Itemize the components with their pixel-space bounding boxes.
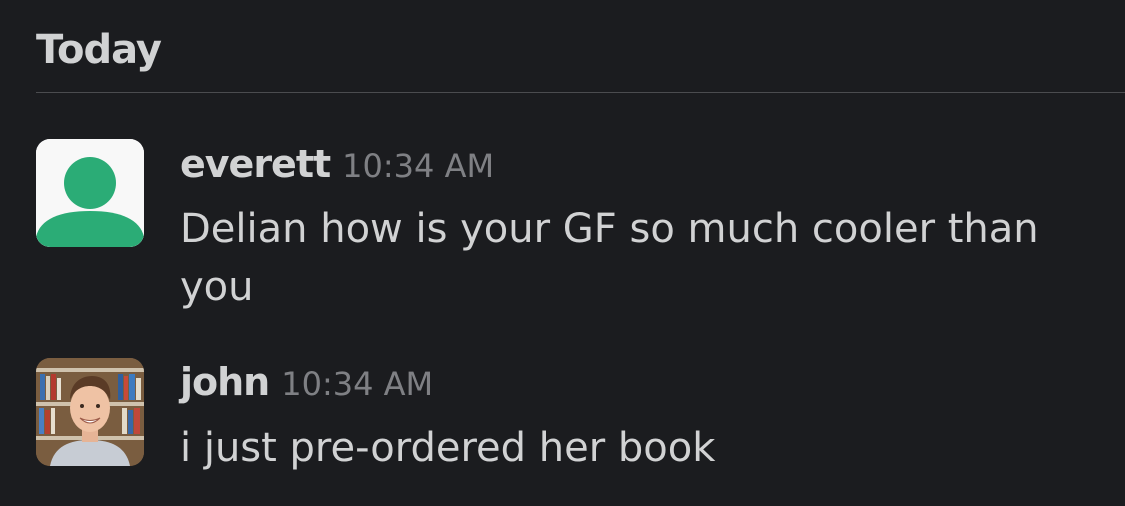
message-text: i just pre-ordered her book (180, 425, 716, 471)
sender-name[interactable]: john (180, 360, 270, 404)
message-header: everett 10:34 AM (180, 142, 494, 186)
message-timestamp[interactable]: 10:34 AM (342, 147, 494, 185)
message-header: john 10:34 AM (180, 360, 433, 404)
sender-name[interactable]: everett (180, 142, 331, 186)
user-photo (36, 358, 144, 466)
day-divider-line (36, 92, 1125, 93)
default-user-icon (36, 139, 144, 247)
avatar[interactable] (36, 139, 144, 247)
day-divider-label: Today (36, 27, 162, 73)
message-list: Today everett 10:34 AM Delian how is your… (0, 0, 1125, 506)
message-text: Delian how is your GF so much cooler tha… (180, 206, 1039, 310)
message-timestamp[interactable]: 10:34 AM (281, 365, 433, 403)
avatar[interactable] (36, 358, 144, 466)
